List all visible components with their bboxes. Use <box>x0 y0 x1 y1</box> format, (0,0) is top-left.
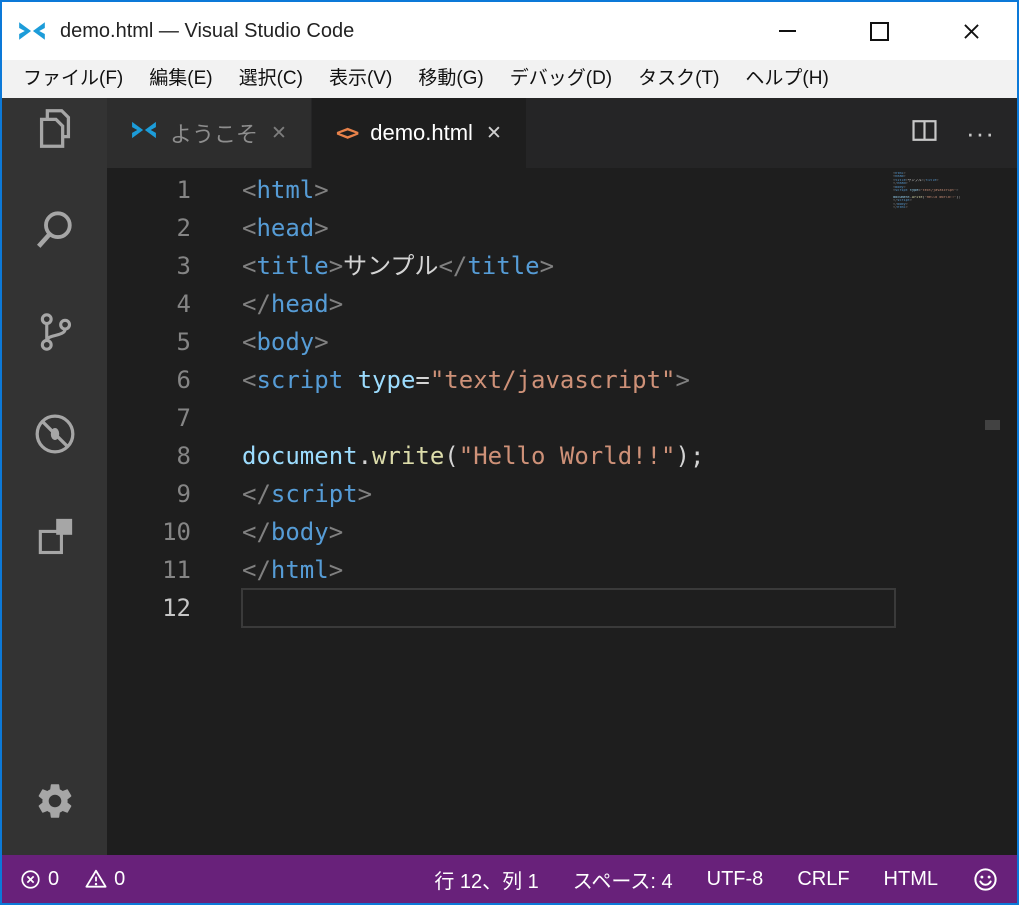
close-button[interactable] <box>925 2 1017 60</box>
explorer-icon[interactable] <box>31 104 79 152</box>
code-content[interactable]: <title>サンプル</title> <box>242 247 895 285</box>
code-content[interactable]: <head> <box>242 209 895 247</box>
cursor-position-status[interactable]: 行 12、列 1 <box>434 865 538 894</box>
split-editor-icon[interactable] <box>911 117 938 149</box>
activity-bar <box>2 98 107 855</box>
code-content[interactable]: document.write("Hello World!!"); <box>242 437 895 475</box>
minimize-icon <box>778 30 796 32</box>
titlebar-vscode-logo-icon <box>18 17 46 45</box>
search-icon[interactable] <box>31 206 79 254</box>
code-line[interactable]: 10 </body> <box>107 513 1017 551</box>
menu-go[interactable]: 移動(G) <box>405 60 496 98</box>
line-number[interactable]: 6 <box>107 361 191 399</box>
warning-icon <box>85 868 107 890</box>
menu-debug[interactable]: デバッグ(D) <box>497 60 625 98</box>
code-line[interactable]: 5 <body> <box>107 323 1017 361</box>
code-content[interactable]: <script type="text/javascript"> <box>242 361 895 399</box>
minimap[interactable]: <html> <head> <title>サンプル</title> </head> <b… <box>893 172 965 213</box>
eol-status[interactable]: CRLF <box>797 868 849 891</box>
code-editor[interactable]: 1 <html> 2 <head> 3 <title>サンプル</title> 4 </hea… <box>107 168 1017 855</box>
line-number[interactable]: 8 <box>107 437 191 475</box>
status-bar: 0 0 行 12、列 1 スペース: 4 UTF-8 CRLF HTML <box>2 855 1017 903</box>
line-number[interactable]: 7 <box>107 399 191 437</box>
code-line[interactable]: 7 <box>107 399 1017 437</box>
code-line[interactable]: 12 <box>107 588 1017 628</box>
maximize-button[interactable] <box>833 2 925 60</box>
code-line[interactable]: 6 <script type="text/javascript"> <box>107 361 1017 399</box>
code-content[interactable] <box>241 588 896 628</box>
code-content[interactable]: </body> <box>242 513 895 551</box>
code-content[interactable]: <body> <box>242 323 895 361</box>
source-control-icon[interactable] <box>31 308 79 356</box>
html-file-icon: <> <box>335 121 359 145</box>
warning-count: 0 <box>114 867 126 890</box>
code-line[interactable]: 11 </html> <box>107 551 1017 589</box>
editor-group: ようこそ ✕ <> demo.html ✕ ··· 1 <html> 2 <he… <box>107 98 1017 855</box>
line-number[interactable]: 1 <box>107 171 191 209</box>
code-line[interactable]: 8 document.write("Hello World!!"); <box>107 437 1017 475</box>
minimap-content: <html> <head> <title>サンプル</title> </head> <b… <box>893 172 961 209</box>
minimize-button[interactable] <box>741 2 833 60</box>
code-line[interactable]: 1 <html> <box>107 171 1017 209</box>
tab-label: demo.html <box>370 120 473 145</box>
line-number[interactable]: 2 <box>107 209 191 247</box>
line-number[interactable]: 11 <box>107 551 191 589</box>
menu-selection[interactable]: 選択(C) <box>226 60 316 98</box>
language-mode-status[interactable]: HTML <box>884 868 938 891</box>
main-area: ようこそ ✕ <> demo.html ✕ ··· 1 <html> 2 <he… <box>2 98 1017 855</box>
line-number[interactable]: 12 <box>107 589 191 627</box>
code-content[interactable]: </script> <box>242 475 895 513</box>
settings-gear-icon[interactable] <box>31 777 79 825</box>
editor-lines: 1 <html> 2 <head> 3 <title>サンプル</title> 4 </hea… <box>107 171 1017 628</box>
tab-bar: ようこそ ✕ <> demo.html ✕ ··· <box>107 98 1017 168</box>
tab-vscode-logo-icon <box>131 117 157 149</box>
indentation-status[interactable]: スペース: 4 <box>573 865 673 894</box>
close-tab-icon[interactable]: ✕ <box>486 122 502 145</box>
window-title: demo.html — Visual Studio Code <box>60 19 355 42</box>
code-line[interactable]: 2 <head> <box>107 209 1017 247</box>
error-icon <box>20 869 41 890</box>
maximize-icon <box>869 21 889 41</box>
tab-demo-html[interactable]: <> demo.html ✕ <box>311 98 527 168</box>
extensions-icon[interactable] <box>31 512 79 560</box>
feedback-smiley-icon[interactable] <box>972 866 999 893</box>
code-line[interactable]: 4 </head> <box>107 285 1017 323</box>
menu-view[interactable]: 表示(V) <box>316 60 405 98</box>
code-content[interactable]: </html> <box>242 551 895 589</box>
editor-actions: ··· <box>911 98 1017 168</box>
menu-help[interactable]: ヘルプ(H) <box>732 60 841 98</box>
menu-edit[interactable]: 編集(E) <box>136 60 225 98</box>
close-tab-icon[interactable]: ✕ <box>271 122 287 145</box>
menu-file[interactable]: ファイル(F) <box>10 60 136 98</box>
line-number[interactable]: 9 <box>107 475 191 513</box>
scrollbar-marker[interactable] <box>985 420 1000 430</box>
code-content[interactable]: </head> <box>242 285 895 323</box>
vscode-window: demo.html — Visual Studio Code ファイル(F) 編… <box>0 0 1019 905</box>
menubar: ファイル(F) 編集(E) 選択(C) 表示(V) 移動(G) デバッグ(D) … <box>2 60 1017 98</box>
debug-disabled-icon[interactable] <box>31 410 79 458</box>
encoding-status[interactable]: UTF-8 <box>707 868 764 891</box>
window-controls <box>741 2 1017 60</box>
close-icon <box>963 23 979 39</box>
error-count: 0 <box>48 867 60 890</box>
line-number[interactable]: 5 <box>107 323 191 361</box>
more-actions-icon[interactable]: ··· <box>966 120 995 146</box>
problems-status[interactable]: 0 0 <box>20 868 125 891</box>
line-number[interactable]: 3 <box>107 247 191 285</box>
code-content[interactable] <box>242 399 895 437</box>
code-content[interactable]: <html> <box>242 171 895 209</box>
line-number[interactable]: 4 <box>107 285 191 323</box>
menu-tasks[interactable]: タスク(T) <box>625 60 732 98</box>
line-number[interactable]: 10 <box>107 513 191 551</box>
code-line[interactable]: 9 </script> <box>107 475 1017 513</box>
tab-welcome[interactable]: ようこそ ✕ <box>107 98 312 168</box>
tab-label: ようこそ <box>170 122 259 147</box>
statusbar-right: 行 12、列 1 スペース: 4 UTF-8 CRLF HTML <box>434 865 999 894</box>
titlebar[interactable]: demo.html — Visual Studio Code <box>2 2 1017 60</box>
code-line[interactable]: 3 <title>サンプル</title> <box>107 247 1017 285</box>
